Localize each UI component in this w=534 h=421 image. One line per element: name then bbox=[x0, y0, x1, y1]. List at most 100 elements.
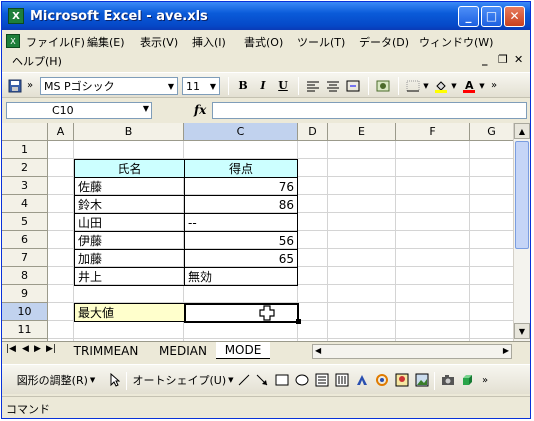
scroll-left-icon[interactable]: ◀ bbox=[315, 346, 321, 355]
horizontal-scrollbar[interactable]: ◀ ▶ bbox=[312, 344, 512, 359]
align-center-icon[interactable] bbox=[324, 77, 342, 94]
row-header-4[interactable]: 4 bbox=[2, 195, 48, 213]
table-row-name[interactable]: 井上 bbox=[74, 267, 185, 286]
table-row-name[interactable]: 加藤 bbox=[74, 249, 185, 268]
row-header-11[interactable]: 11 bbox=[2, 321, 48, 339]
underline-button[interactable]: U bbox=[274, 77, 292, 94]
table-row-name[interactable]: 鈴木 bbox=[74, 195, 185, 214]
scroll-thumb[interactable] bbox=[515, 141, 529, 249]
select-all-button[interactable] bbox=[2, 123, 48, 141]
sheet-tab-mode[interactable]: MODE bbox=[216, 342, 270, 359]
insert-function-icon[interactable]: fx bbox=[194, 103, 206, 117]
table-header-score[interactable]: 得点 bbox=[184, 159, 298, 178]
font-name-select[interactable]: MS Pゴシック ▼ bbox=[40, 77, 178, 95]
chevron-down-icon[interactable]: ▼ bbox=[143, 104, 149, 113]
first-sheet-icon[interactable]: |◀ bbox=[6, 344, 16, 354]
menu-insert[interactable]: 挿入(I) bbox=[192, 34, 226, 50]
menu-view[interactable]: 表示(V) bbox=[140, 34, 178, 50]
menu-format[interactable]: 書式(O) bbox=[244, 34, 283, 50]
menu-edit[interactable]: 編集(E) bbox=[87, 34, 125, 50]
textbox-tool-icon[interactable] bbox=[314, 372, 330, 388]
column-header-e[interactable]: E bbox=[328, 123, 396, 141]
chevron-down-icon[interactable]: ▼ bbox=[450, 77, 458, 94]
3d-style-icon[interactable] bbox=[460, 372, 476, 388]
draw-adjust-menu[interactable]: 図形の調整(R) ▼ bbox=[8, 372, 104, 388]
font-size-select[interactable]: 11 ▼ bbox=[182, 77, 220, 95]
workbook-close-button[interactable]: ✕ bbox=[514, 53, 523, 66]
column-header-d[interactable]: D bbox=[298, 123, 328, 141]
bold-button[interactable]: B bbox=[234, 77, 252, 94]
align-left-icon[interactable] bbox=[304, 77, 322, 94]
scroll-down-icon[interactable]: ▼ bbox=[514, 323, 530, 339]
row-header-8[interactable]: 8 bbox=[2, 267, 48, 285]
diagram-icon[interactable] bbox=[374, 372, 390, 388]
maximize-button[interactable]: □ bbox=[481, 5, 502, 27]
workbook-icon[interactable]: X bbox=[6, 34, 20, 48]
column-header-f[interactable]: F bbox=[396, 123, 470, 141]
menu-data[interactable]: データ(D) bbox=[359, 34, 409, 50]
picture-icon[interactable] bbox=[414, 372, 430, 388]
vertical-textbox-icon[interactable] bbox=[334, 372, 350, 388]
row-header-6[interactable]: 6 bbox=[2, 231, 48, 249]
row-header-10[interactable]: 10 bbox=[2, 303, 48, 321]
menu-tools[interactable]: ツール(T) bbox=[297, 34, 345, 50]
table-row-name[interactable]: 伊藤 bbox=[74, 231, 185, 250]
fill-color-icon[interactable] bbox=[432, 77, 450, 94]
table-row-score[interactable]: 56 bbox=[184, 231, 298, 250]
row-header-3[interactable]: 3 bbox=[2, 177, 48, 195]
vertical-scrollbar[interactable]: ▲ ▼ bbox=[513, 123, 530, 341]
table-row-name[interactable]: 佐藤 bbox=[74, 177, 185, 196]
autoshape-menu[interactable]: オートシェイプ(U) ▼ bbox=[132, 372, 234, 388]
column-header-g[interactable]: G bbox=[470, 123, 514, 141]
scroll-up-icon[interactable]: ▲ bbox=[514, 123, 530, 139]
sheet-tab-median[interactable]: MEDIAN bbox=[150, 342, 216, 359]
menu-file[interactable]: ファイル(F) bbox=[26, 34, 85, 50]
toolbar-overflow-icon[interactable]: » bbox=[480, 372, 490, 388]
formula-input[interactable] bbox=[212, 102, 527, 119]
minimize-button[interactable]: _ bbox=[458, 5, 479, 27]
clipart-icon[interactable] bbox=[394, 372, 410, 388]
currency-format-icon[interactable] bbox=[374, 77, 392, 94]
line-tool-icon[interactable] bbox=[236, 372, 252, 388]
close-button[interactable]: ✕ bbox=[504, 5, 525, 27]
table-header-name[interactable]: 氏名 bbox=[74, 159, 185, 178]
excel-app-icon[interactable]: X bbox=[8, 8, 24, 24]
borders-icon[interactable] bbox=[404, 77, 422, 94]
table-row-score[interactable]: 76 bbox=[184, 177, 298, 196]
table-row-score[interactable]: -- bbox=[184, 213, 298, 232]
column-header-c[interactable]: C bbox=[184, 123, 298, 141]
font-color-icon[interactable]: A bbox=[460, 77, 478, 94]
next-sheet-icon[interactable]: ▶ bbox=[34, 344, 41, 354]
camera-icon[interactable] bbox=[440, 372, 456, 388]
menu-help[interactable]: ヘルプ(H) bbox=[12, 53, 62, 69]
column-header-b[interactable]: B bbox=[74, 123, 184, 141]
table-row-score[interactable]: 65 bbox=[184, 249, 298, 268]
row-header-1[interactable]: 1 bbox=[2, 141, 48, 159]
fill-handle[interactable] bbox=[296, 319, 301, 324]
column-header-a[interactable]: A bbox=[48, 123, 74, 141]
active-cell-c10[interactable] bbox=[184, 303, 299, 323]
select-pointer-icon[interactable] bbox=[108, 372, 122, 388]
max-label-cell[interactable]: 最大値 bbox=[74, 303, 185, 322]
italic-button[interactable]: I bbox=[254, 77, 272, 94]
table-row-score[interactable]: 86 bbox=[184, 195, 298, 214]
toolbar-overflow-icon[interactable]: » bbox=[488, 77, 500, 94]
rectangle-tool-icon[interactable] bbox=[274, 372, 290, 388]
wordart-icon[interactable] bbox=[354, 372, 370, 388]
row-header-2[interactable]: 2 bbox=[2, 159, 48, 177]
row-header-9[interactable]: 9 bbox=[2, 285, 48, 303]
table-row-score[interactable]: 無効 bbox=[184, 267, 298, 286]
row-header-5[interactable]: 5 bbox=[2, 213, 48, 231]
sheet-tab-trimmean[interactable]: TRIMMEAN bbox=[62, 342, 150, 359]
row-header-7[interactable]: 7 bbox=[2, 249, 48, 267]
last-sheet-icon[interactable]: ▶| bbox=[46, 344, 56, 354]
scroll-right-icon[interactable]: ▶ bbox=[503, 346, 509, 355]
chevron-down-icon[interactable]: ▼ bbox=[422, 77, 430, 94]
prev-sheet-icon[interactable]: ◀ bbox=[22, 344, 29, 354]
workbook-restore-button[interactable]: ❐ bbox=[498, 53, 508, 66]
merge-center-icon[interactable] bbox=[344, 77, 362, 94]
toolbar-overflow-icon[interactable]: » bbox=[24, 77, 36, 94]
save-icon[interactable] bbox=[6, 77, 24, 94]
arrow-tool-icon[interactable] bbox=[254, 372, 270, 388]
chevron-down-icon[interactable]: ▼ bbox=[165, 78, 177, 94]
